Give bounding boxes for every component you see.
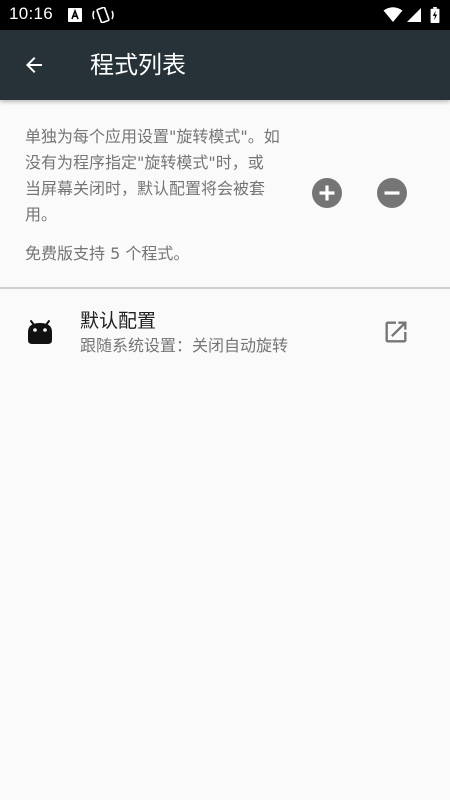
info-line-2: 没有为程序指定"旋转模式"时，或 xyxy=(25,153,264,172)
cell-signal-icon xyxy=(407,8,421,22)
info-description: 单独为每个应用设置"旋转模式"。如 没有为程序指定"旋转模式"时，或 当屏幕关闭… xyxy=(25,124,295,228)
open-profile-button[interactable] xyxy=(378,314,414,350)
remove-circle-icon xyxy=(377,178,407,208)
info-line-4: 用。 xyxy=(25,205,58,224)
keyboard-a-icon xyxy=(68,8,82,22)
add-profile-button[interactable] xyxy=(311,177,343,209)
arrow-back-icon xyxy=(26,57,42,73)
status-time: 10:16 xyxy=(9,4,54,23)
android-icon xyxy=(28,320,52,344)
page-title: 程式列表 xyxy=(90,51,186,79)
free-version-note: 免费版支持 5 个程式。 xyxy=(25,244,190,263)
app-toolbar: 程式列表 xyxy=(0,30,450,100)
divider xyxy=(0,287,450,289)
battery-charging-icon xyxy=(430,7,440,23)
list-item-default-profile[interactable]: 默认配置 跟随系统设置：关闭自动旋转 xyxy=(0,300,450,366)
info-line-3: 当屏幕关闭时，默认配置将会被套 xyxy=(25,179,266,198)
profile-name: 默认配置 xyxy=(80,310,157,332)
wifi-icon xyxy=(383,7,403,22)
rotate-phone-icon xyxy=(92,7,114,23)
profile-description: 跟随系统设置：关闭自动旋转 xyxy=(80,336,289,355)
status-bar: 10:16 xyxy=(0,0,450,30)
info-line-1: 单独为每个应用设置"旋转模式"。如 xyxy=(25,127,280,146)
back-button[interactable] xyxy=(12,43,56,87)
add-circle-icon xyxy=(312,178,342,208)
remove-profile-button[interactable] xyxy=(376,177,408,209)
open-external-icon xyxy=(385,321,407,343)
